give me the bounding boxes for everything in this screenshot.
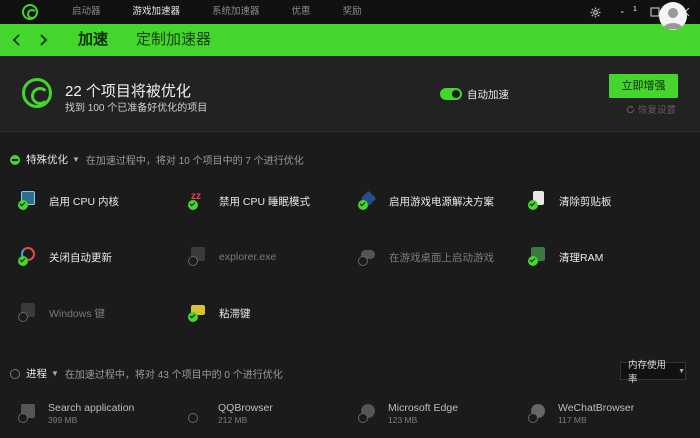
process-name: WeChatBrowser: [558, 402, 635, 414]
boost-title: 22 个项目将被优化: [65, 83, 191, 100]
process-section-toggle-icon[interactable]: [10, 368, 20, 379]
sort-dropdown-label: 内存使用率: [628, 360, 667, 385]
process-item[interactable]: Microsoft Edge 123 MB: [358, 402, 518, 426]
sleep-zz-icon: zz: [188, 190, 210, 212]
process-memory: 123 MB: [388, 415, 418, 425]
windows-key-icon: [18, 302, 40, 324]
special-item[interactable]: 启用 CPU 内核: [18, 190, 178, 212]
update-icon: [18, 246, 40, 268]
tab-custom-booster[interactable]: 定制加速器: [130, 24, 217, 56]
chevron-down-icon[interactable]: ▼: [72, 155, 80, 164]
checked-icon[interactable]: [358, 200, 368, 210]
boost-now-button[interactable]: 立即增强: [609, 74, 678, 98]
title-bar: 启动器 游戏加速器 系统加速器 优惠 奖励: [0, 0, 700, 24]
special-section-description: 在加速过程中，将对 10 个项目中的 7 个进行优化: [85, 156, 304, 167]
nav-bar: 加速 定制加速器: [0, 24, 700, 56]
process-item[interactable]: QQBrowser 212 MB: [188, 402, 348, 426]
special-item[interactable]: zz 禁用 CPU 睡眠模式: [188, 190, 348, 212]
special-item-label: 启用 CPU 内核: [49, 195, 120, 208]
process-name: Search application: [48, 402, 135, 414]
tab-boost[interactable]: 加速: [72, 24, 114, 56]
special-item-label: explorer.exe: [219, 251, 277, 263]
special-item[interactable]: 清理RAM: [528, 246, 688, 268]
process-item[interactable]: Search application 399 MB: [18, 402, 178, 426]
boost-logo-icon: [22, 78, 52, 108]
checked-icon[interactable]: [18, 256, 28, 266]
unchecked-icon[interactable]: [188, 256, 198, 266]
unchecked-icon[interactable]: [358, 413, 368, 423]
tab-game-booster[interactable]: 游戏加速器: [117, 0, 197, 24]
process-section-header[interactable]: 进程 ▼ 在加速过程中，将对 43 个项目中的 0 个进行优化: [10, 366, 283, 381]
explorer-icon: [188, 246, 210, 268]
ram-icon: [528, 246, 550, 268]
auto-boost-label: 自动加速: [467, 89, 509, 101]
special-item-label: 启用游戏电源解决方案: [389, 195, 494, 208]
edge-icon: [358, 403, 380, 425]
app-logo-icon: [22, 4, 38, 20]
process-name: QQBrowser: [218, 402, 273, 414]
settings-gear-icon[interactable]: [580, 0, 610, 24]
top-tabs: 启动器 游戏加速器 系统加速器 优惠 奖励: [56, 0, 378, 24]
unchecked-icon[interactable]: [358, 256, 368, 266]
tab-deals[interactable]: 优惠: [276, 0, 327, 24]
special-item-label: 清除剪贴板: [559, 195, 612, 208]
special-item-label: 粘滞键: [219, 307, 251, 320]
qqbrowser-icon: [188, 403, 210, 425]
special-item[interactable]: explorer.exe: [188, 246, 348, 268]
tab-rewards[interactable]: 奖励: [327, 0, 378, 24]
special-item[interactable]: 清除剪贴板: [528, 190, 688, 212]
chevron-down-icon[interactable]: ▼: [51, 369, 59, 378]
special-item-label: 禁用 CPU 睡眠模式: [219, 195, 311, 208]
avatar[interactable]: [659, 2, 687, 30]
checked-icon[interactable]: [528, 200, 538, 210]
process-memory: 399 MB: [48, 415, 78, 425]
special-section-header[interactable]: 特殊优化 ▼ 在加速过程中，将对 10 个项目中的 7 个进行优化: [10, 152, 304, 167]
special-item-label: 关闭自动更新: [49, 251, 112, 264]
checked-icon[interactable]: [18, 200, 28, 210]
gamepad-icon: [358, 246, 380, 268]
tab-system-booster[interactable]: 系统加速器: [196, 0, 276, 24]
special-section-title: 特殊优化: [26, 154, 68, 166]
auto-boost-toggle[interactable]: [440, 88, 462, 100]
special-item[interactable]: 粘滞键: [188, 302, 348, 324]
special-item[interactable]: 在游戏桌面上启动游戏: [358, 246, 518, 268]
chevron-down-icon: ▼: [678, 367, 685, 375]
process-name: Microsoft Edge: [388, 402, 459, 414]
clipboard-icon: [528, 190, 550, 212]
sticky-keys-icon: [188, 302, 210, 324]
process-item[interactable]: WeChatBrowser 117 MB: [528, 402, 688, 426]
special-item[interactable]: 关闭自动更新: [18, 246, 178, 268]
process-memory: 212 MB: [218, 415, 248, 425]
checked-icon[interactable]: [188, 312, 198, 322]
notification-badge: 1: [630, 5, 640, 15]
process-section-description: 在加速过程中，将对 43 个项目中的 0 个进行优化: [64, 370, 283, 381]
power-plan-icon: [358, 190, 380, 212]
special-item[interactable]: Windows 键: [18, 302, 178, 324]
special-item-label: 清理RAM: [559, 251, 604, 264]
unchecked-icon[interactable]: [18, 413, 28, 423]
process-section-title: 进程: [26, 368, 47, 380]
sort-dropdown[interactable]: 内存使用率 ▼: [620, 360, 686, 385]
special-item[interactable]: 启用游戏电源解决方案: [358, 190, 518, 212]
process-memory: 117 MB: [558, 415, 587, 425]
boost-panel: 22 个项目将被优化 找到 100 个已准备好优化的项目: [0, 56, 700, 132]
restore-settings-link[interactable]: 恢复设置: [626, 102, 676, 116]
unchecked-icon[interactable]: [528, 413, 538, 423]
special-item-label: 在游戏桌面上启动游戏: [389, 251, 494, 264]
search-app-icon: [18, 403, 40, 425]
checked-icon[interactable]: [528, 256, 538, 266]
boost-subtitle: 找到 100 个已准备好优化的项目: [65, 103, 208, 114]
special-section-toggle-icon[interactable]: [10, 154, 20, 165]
unchecked-icon[interactable]: [188, 413, 198, 423]
back-arrow-icon[interactable]: [2, 24, 30, 56]
cpu-core-icon: [18, 190, 40, 212]
restore-label: 恢复设置: [638, 105, 677, 116]
unchecked-icon[interactable]: [18, 312, 28, 322]
wechat-icon: [528, 403, 550, 425]
tab-launcher[interactable]: 启动器: [56, 0, 117, 24]
checked-icon[interactable]: [188, 200, 198, 210]
forward-arrow-icon[interactable]: [30, 24, 58, 56]
restore-icon: [626, 104, 635, 113]
special-item-label: Windows 键: [49, 307, 106, 320]
